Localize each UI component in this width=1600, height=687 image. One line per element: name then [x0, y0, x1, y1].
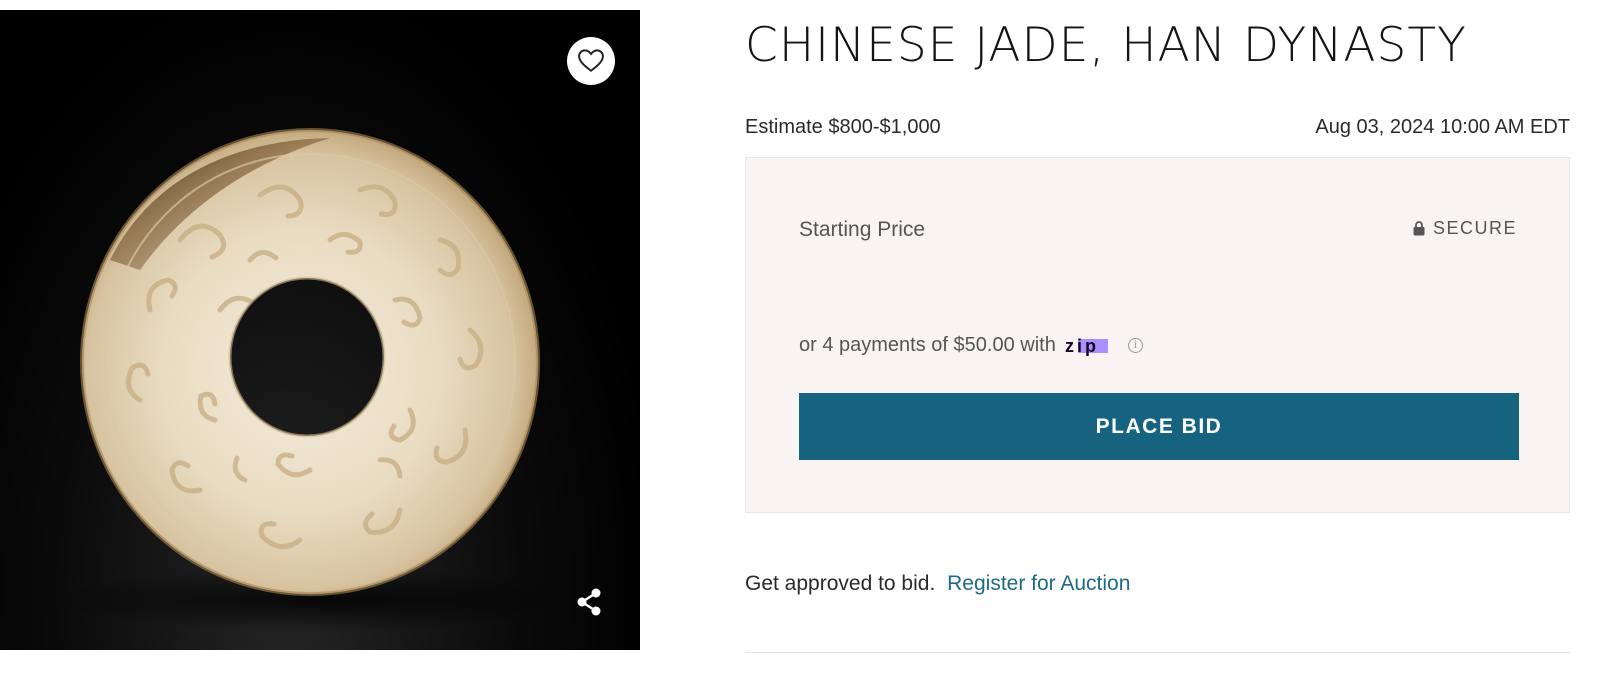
secure-badge: SECURE	[1413, 218, 1517, 239]
share-icon	[577, 588, 601, 616]
divider	[745, 652, 1570, 653]
lot-title: CHINESE JADE, HAN DYNASTY	[745, 18, 1467, 73]
lot-image-panel	[0, 10, 640, 650]
lot-details: CHINESE JADE, HAN DYNASTY Estimate $800-…	[745, 0, 1570, 687]
lock-icon	[1413, 221, 1425, 236]
bid-card: Starting Price SECURE or 4 payments of $…	[745, 157, 1570, 513]
installments-text: or 4 payments of $50.00 with	[799, 334, 1056, 356]
share-button[interactable]	[571, 584, 607, 620]
approval-row: Get approved to bid. Register for Auctio…	[745, 572, 1130, 596]
info-icon[interactable]: i	[1127, 338, 1143, 353]
approval-prompt: Get approved to bid.	[745, 572, 936, 595]
starting-price-label: Starting Price	[799, 218, 926, 241]
installments-row: or 4 payments of $50.00 with zip i	[799, 334, 1143, 357]
favorite-button[interactable]	[567, 37, 615, 85]
zip-logo-text: zip	[1065, 336, 1099, 356]
register-for-auction-link[interactable]: Register for Auction	[947, 572, 1130, 595]
jade-disc-image[interactable]	[0, 10, 640, 650]
lot-meta-row: Estimate $800-$1,000 Aug 03, 2024 10:00 …	[745, 116, 1570, 139]
estimate-text: Estimate $800-$1,000	[745, 116, 941, 138]
lot-page: CHINESE JADE, HAN DYNASTY Estimate $800-…	[0, 0, 1600, 687]
secure-label: SECURE	[1432, 218, 1517, 238]
place-bid-button[interactable]: PLACE BID	[799, 393, 1519, 460]
zip-logo: zip	[1064, 336, 1120, 356]
auction-datetime: Aug 03, 2024 10:00 AM EDT	[1315, 116, 1570, 138]
heart-outline-icon	[578, 49, 604, 72]
